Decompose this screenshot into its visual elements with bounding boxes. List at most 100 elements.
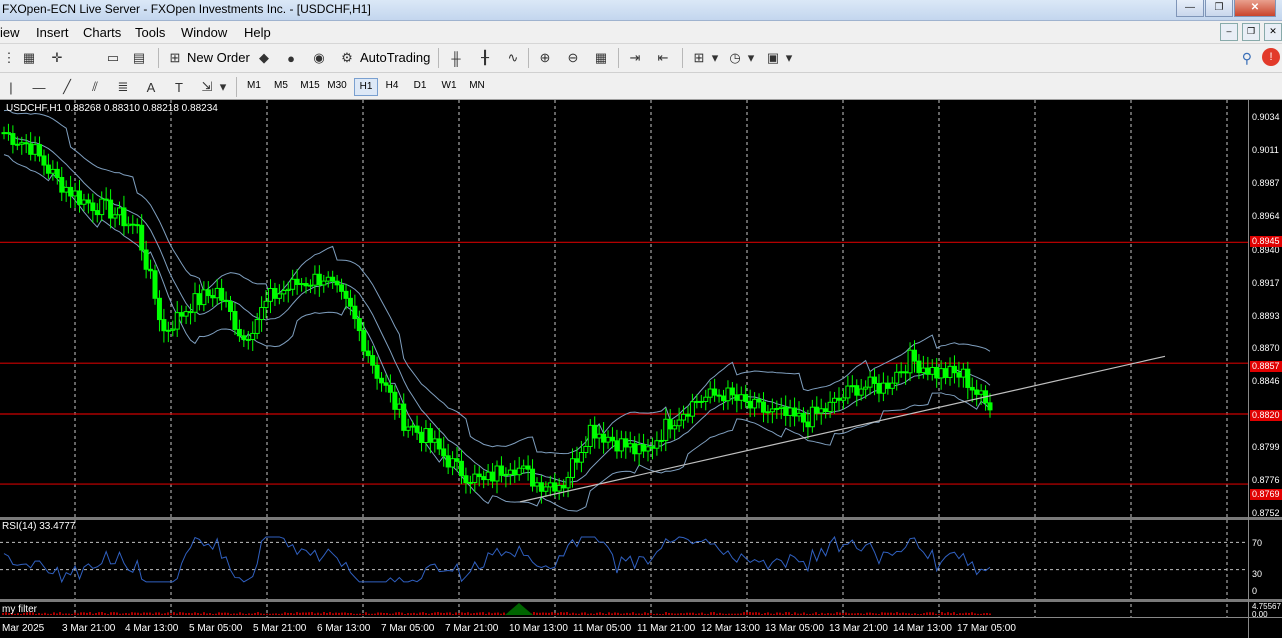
auto-scroll-icon[interactable]: ⇥: [626, 49, 644, 67]
filter-bar: [332, 613, 334, 615]
filter-bar: [920, 613, 922, 615]
price-axis-label: 0.8870: [1252, 343, 1280, 353]
filter-bar: [482, 612, 484, 615]
mdi-minimize-button[interactable]: –: [1220, 23, 1238, 41]
tf-m15[interactable]: M15: [298, 78, 322, 94]
crosshair-icon[interactable]: ✛: [48, 49, 66, 67]
menu-view[interactable]: iew: [0, 25, 20, 40]
candle-body: [725, 387, 731, 402]
autotrading-button[interactable]: AutoTrading: [360, 50, 430, 65]
search-icon[interactable]: ⚲: [1242, 50, 1252, 67]
menu-window[interactable]: Window: [181, 25, 227, 40]
chevron-down-icon[interactable]: ▾: [780, 49, 798, 67]
new-order-button[interactable]: New Order: [187, 50, 250, 65]
chevron-down-icon[interactable]: ▾: [214, 78, 232, 96]
cursor-icon[interactable]: |: [2, 78, 20, 96]
tf-m30[interactable]: M30: [325, 78, 349, 94]
filter-bar: [413, 612, 415, 615]
channel-icon[interactable]: ⫽: [86, 78, 104, 96]
alert-icon[interactable]: !: [1262, 48, 1280, 66]
filter-bar: [443, 613, 445, 615]
filter-bar: [275, 613, 277, 615]
candle-body: [121, 207, 127, 227]
tf-mn[interactable]: MN: [466, 78, 488, 94]
filter-bar: [338, 612, 340, 615]
label-tool-icon[interactable]: T: [170, 78, 188, 96]
filter-bar: [305, 612, 307, 615]
filter-bar: [761, 613, 763, 615]
candle-body: [490, 471, 496, 482]
candle-body: [276, 293, 282, 299]
candle-body: [543, 486, 549, 492]
bar-chart-icon[interactable]: ╫: [447, 49, 465, 67]
chart-window[interactable]: USDCHF,H1 0.88268 0.88310 0.88218 0.8823…: [0, 100, 1282, 638]
close-button[interactable]: ✕: [1234, 0, 1276, 17]
signal-icon[interactable]: ◉: [310, 49, 328, 67]
filter-bar: [806, 613, 808, 615]
separator: [618, 48, 619, 68]
time-axis-label: 11 Mar 21:00: [637, 623, 696, 634]
line-chart-icon[interactable]: ∿: [504, 49, 522, 67]
candle-body: [352, 305, 358, 320]
zoom-in-icon[interactable]: ⊕: [536, 49, 554, 67]
navigator-icon[interactable]: ▭: [104, 49, 122, 67]
profiles-icon[interactable]: ▦: [20, 49, 38, 67]
filter-bar: [89, 612, 91, 615]
tf-h4[interactable]: H4: [382, 78, 402, 94]
chevron-down-icon[interactable]: ▾: [706, 49, 724, 67]
filter-bar: [209, 613, 211, 615]
filter-bar: [578, 613, 580, 615]
minimize-button[interactable]: —: [1176, 0, 1204, 17]
menu-tools[interactable]: Tools: [135, 25, 165, 40]
candle-body: [387, 384, 393, 393]
candle-body: [192, 293, 198, 313]
candle-body: [365, 350, 371, 357]
autotrading-icon[interactable]: ⚙: [338, 49, 356, 67]
tf-d1[interactable]: D1: [410, 78, 430, 94]
filter-bar: [812, 613, 814, 615]
menu-charts[interactable]: Charts: [83, 25, 121, 40]
candlestick-icon[interactable]: ╂: [476, 49, 494, 67]
chart-shift-icon[interactable]: ⇤: [654, 49, 672, 67]
tf-m5[interactable]: M5: [271, 78, 291, 94]
zoom-out-icon[interactable]: ⊖: [564, 49, 582, 67]
tile-windows-icon[interactable]: ▦: [592, 49, 610, 67]
candle-body: [130, 223, 136, 226]
price-axis-label: 0.9011: [1252, 145, 1279, 155]
candle-body: [45, 164, 51, 174]
terminal-icon[interactable]: ▤: [130, 49, 148, 67]
horizontal-line-icon[interactable]: —: [30, 78, 48, 96]
filter-bar: [956, 613, 958, 615]
new-order-icon[interactable]: ⊞: [166, 49, 184, 67]
fibonacci-icon[interactable]: ≣: [114, 78, 132, 96]
chevron-down-icon[interactable]: ▾: [742, 49, 760, 67]
filter-bar: [671, 613, 673, 615]
text-tool-icon[interactable]: A: [142, 78, 160, 96]
filter-bar: [437, 612, 439, 615]
tf-h1[interactable]: H1: [354, 78, 378, 96]
price-chart[interactable]: [0, 100, 1282, 638]
candle-body: [450, 458, 456, 468]
menu-insert[interactable]: Insert: [36, 25, 69, 40]
filter-bar: [263, 613, 265, 615]
mdi-restore-button[interactable]: ❐: [1242, 23, 1260, 41]
filter-bar: [116, 612, 118, 615]
metaeditor-icon[interactable]: ◆: [255, 49, 273, 67]
maximize-button[interactable]: ❐: [1205, 0, 1233, 17]
filter-bar: [401, 612, 403, 615]
filter-bar: [590, 613, 592, 615]
trendline-icon[interactable]: ╱: [58, 78, 76, 96]
filter-bar: [446, 612, 448, 615]
candle-body: [920, 367, 926, 374]
menu-help[interactable]: Help: [244, 25, 271, 40]
toolbar-handle-icon: ⋮: [2, 50, 16, 65]
mdi-close-button[interactable]: ✕: [1264, 23, 1282, 41]
filter-bar: [335, 612, 337, 615]
people-icon[interactable]: ●: [282, 49, 300, 67]
filter-bar: [53, 612, 55, 615]
tf-m1[interactable]: M1: [244, 78, 264, 94]
tf-w1[interactable]: W1: [438, 78, 460, 94]
candle-body: [663, 418, 669, 441]
candle-body: [334, 280, 340, 286]
filter-bar: [479, 612, 481, 615]
